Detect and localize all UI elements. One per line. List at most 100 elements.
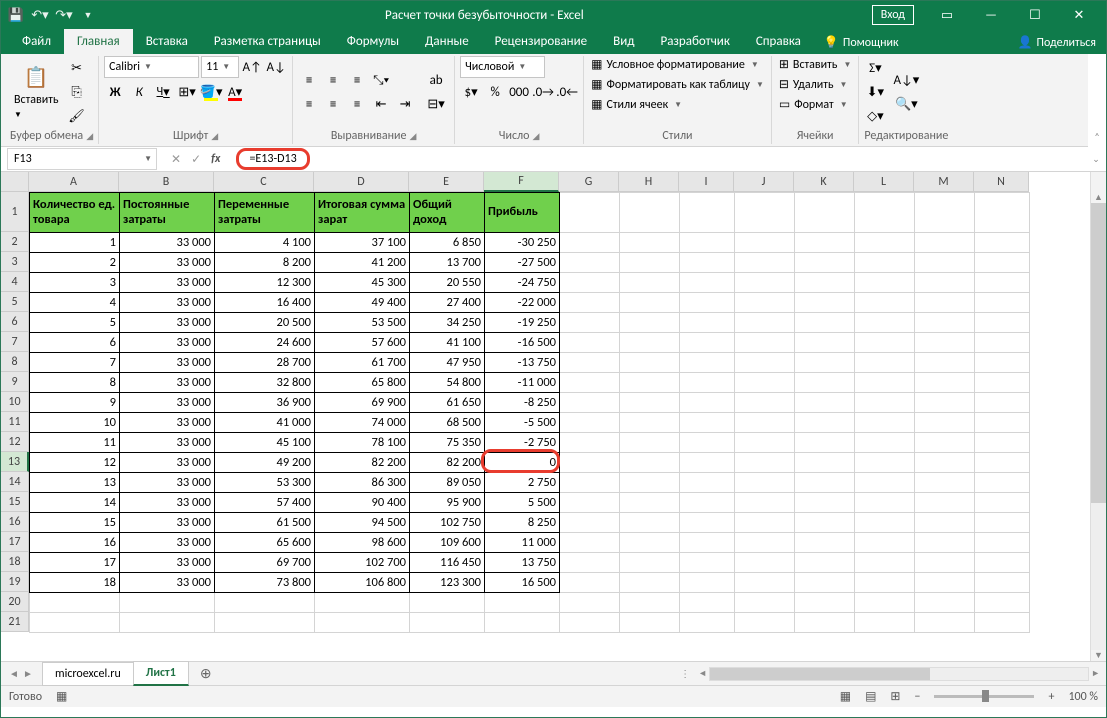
cell[interactable]: 33 000 [120,373,215,393]
minimize-icon[interactable]: — [970,2,1012,28]
cell[interactable]: 123 300 [410,573,485,593]
cell[interactable] [795,333,855,353]
cell[interactable] [975,433,1030,453]
col-header-L[interactable]: L [854,172,914,192]
cell[interactable] [560,353,620,373]
cell[interactable] [795,413,855,433]
cell[interactable]: 45 100 [215,433,315,453]
col-header-K[interactable]: K [794,172,854,192]
qat-customize-icon[interactable]: ▼ [79,6,97,24]
cell[interactable] [215,593,315,613]
cell[interactable]: 53 500 [315,313,410,333]
cell[interactable] [680,433,735,453]
cell[interactable] [975,513,1030,533]
cell[interactable] [620,513,680,533]
cell[interactable] [735,333,795,353]
autosum-icon[interactable]: Σ▾ [864,57,886,79]
cell[interactable]: 33 000 [120,513,215,533]
format-as-table-button[interactable]: ▦Форматировать как таблицу▼ [589,76,766,93]
cell[interactable]: 109 600 [410,533,485,553]
cell[interactable] [680,273,735,293]
cell[interactable]: 33 000 [120,393,215,413]
tell-me[interactable]: 💡Помощник [814,31,909,54]
cell[interactable] [735,273,795,293]
vscroll-track[interactable] [1091,203,1106,650]
cell[interactable] [795,613,855,633]
font-name-combo[interactable]: Calibri▼ [104,56,199,78]
align-right-icon[interactable]: ≡ [346,93,368,115]
cell[interactable] [680,413,735,433]
zoom-level[interactable]: 100 % [1068,690,1098,704]
cell[interactable] [735,493,795,513]
cell[interactable]: 45 300 [315,273,410,293]
decrease-font-icon[interactable]: A↓ [265,56,287,78]
cell[interactable] [735,533,795,553]
cell[interactable] [560,293,620,313]
close-icon[interactable]: ✕ [1058,2,1100,28]
sheet-nav-next-icon[interactable]: ► [21,667,35,680]
tab-insert[interactable]: Вставка [133,29,201,54]
cell[interactable] [735,353,795,373]
cell[interactable] [975,613,1030,633]
cell[interactable]: 33 000 [120,433,215,453]
cell[interactable] [855,353,915,373]
cell[interactable]: -19 250 [485,313,560,333]
cell[interactable] [915,493,975,513]
cell[interactable] [735,373,795,393]
cell[interactable] [485,593,560,613]
zoom-out-icon[interactable]: − [914,690,920,704]
cell[interactable] [120,613,215,633]
cell[interactable] [680,233,735,253]
cell[interactable]: -22 000 [485,293,560,313]
cell[interactable] [620,353,680,373]
cell[interactable]: -16 500 [485,333,560,353]
tab-formulas[interactable]: Формулы [334,29,412,54]
signin-button[interactable]: Вход [872,5,914,25]
cell[interactable] [975,333,1030,353]
cell[interactable] [620,413,680,433]
cell[interactable] [855,433,915,453]
cell[interactable]: 94 500 [315,513,410,533]
cell[interactable] [975,473,1030,493]
cell[interactable] [915,433,975,453]
cell[interactable]: 75 350 [410,433,485,453]
cell[interactable] [855,493,915,513]
cell[interactable] [735,393,795,413]
cell[interactable]: 33 000 [120,333,215,353]
cell[interactable] [620,333,680,353]
cell[interactable] [915,533,975,553]
cell[interactable] [735,513,795,533]
cell[interactable] [620,473,680,493]
bold-button[interactable]: Ж [104,81,126,103]
row-header-6[interactable]: 6 [1,312,29,332]
cell[interactable] [735,313,795,333]
cell[interactable]: 17 [30,553,120,573]
cell[interactable] [855,373,915,393]
cell[interactable] [120,593,215,613]
cell[interactable]: 12 [30,453,120,473]
cell[interactable] [620,313,680,333]
cell[interactable]: 13 700 [410,253,485,273]
cell[interactable] [680,453,735,473]
cell[interactable] [680,493,735,513]
cell[interactable] [915,553,975,573]
cell[interactable] [680,313,735,333]
cell[interactable]: 1 [30,233,120,253]
cell[interactable]: 16 [30,533,120,553]
cell[interactable]: 27 400 [410,293,485,313]
row-header-5[interactable]: 5 [1,292,29,312]
save-icon[interactable]: 💾 [7,6,25,24]
sort-filter-icon[interactable]: A↓▾ [893,69,919,91]
cell[interactable] [915,273,975,293]
cell[interactable]: -24 750 [485,273,560,293]
cell[interactable] [560,373,620,393]
cell[interactable]: 2 750 [485,473,560,493]
cell[interactable] [680,533,735,553]
launcher-icon[interactable]: ◢ [86,131,93,142]
cell[interactable]: Общий доход [410,193,485,233]
cell[interactable] [735,413,795,433]
cell[interactable] [620,593,680,613]
scroll-left-icon[interactable]: ◄ [698,668,707,679]
currency-icon[interactable]: $▾ [460,81,482,103]
cell[interactable] [735,233,795,253]
